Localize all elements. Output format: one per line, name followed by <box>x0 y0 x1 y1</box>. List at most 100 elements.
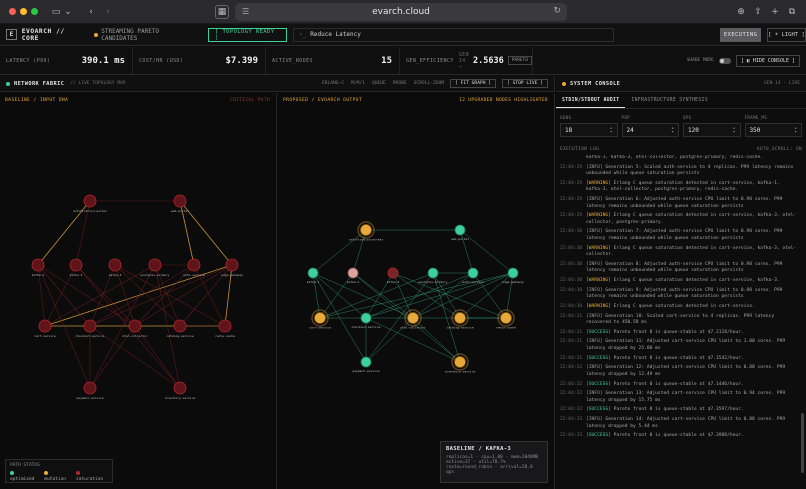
reload-icon[interactable]: ↻ <box>553 6 561 16</box>
auto-scroll-toggle[interactable]: AUTO_SCROLL: ON <box>757 147 802 152</box>
log-entry: 22:04:30 [WARNING] Erlang C queue saturat… <box>560 304 798 311</box>
seg-probe[interactable]: PROBE <box>393 81 407 86</box>
chevron-down-icon[interactable]: ⌄ <box>64 5 72 19</box>
log-message: [INFO] Generation 7: Adjusted auth-servi… <box>586 229 783 241</box>
node-label: inventory-service <box>165 396 196 400</box>
node-circle <box>314 312 326 324</box>
node-label: redis-cache <box>496 326 516 330</box>
seg-erlang[interactable]: ERLANG-C <box>322 81 344 86</box>
node-label: web-portal <box>451 237 469 241</box>
proposed-panel[interactable]: notification-worker web-portal kafka-1 kafk… <box>278 93 555 489</box>
url-text: evarch.cloud <box>372 7 430 17</box>
sidebar-toggle-icon[interactable]: ▭ <box>50 5 62 19</box>
latency-metric: LATENCY (P99) 390.1 ms <box>0 47 133 74</box>
node-circle <box>307 267 319 279</box>
efficiency-value: 2.5636 <box>472 55 504 66</box>
new-tab-icon[interactable]: + <box>769 5 781 19</box>
hide-console-button[interactable]: [ ◧ HIDE CONSOLE ] <box>735 54 800 67</box>
path-status-legend: PATH STATUS optimized mutation saturatio… <box>5 459 113 483</box>
log-header: EXECUTION LOG AUTO_SCROLL: ON <box>560 147 802 152</box>
proposed-graph[interactable]: notification-worker web-portal kafka-1 kafk… <box>278 93 555 489</box>
graph-node: cart-service <box>309 309 331 330</box>
node-circle <box>507 267 519 279</box>
tab-infrastructure-synthesis[interactable]: INFRASTRUCTURE SYNTHESIS <box>625 93 714 108</box>
shade-mode-label: SHADE MODE <box>686 58 714 63</box>
qps-input[interactable]: 120 ▴ ▾ <box>683 123 741 137</box>
seg-queue[interactable]: QUEUE <box>372 81 386 86</box>
address-bar[interactable]: ☰ evarch.cloud ↻ <box>235 3 567 21</box>
stepper-icon[interactable]: ▴ ▾ <box>794 126 797 135</box>
pop-input[interactable]: 24 ▴ ▾ <box>621 123 679 137</box>
gens-input[interactable]: 18 ▴ ▾ <box>560 123 618 137</box>
share-icon[interactable]: ⇪ <box>752 5 764 19</box>
node-circle <box>387 267 399 279</box>
baseline-panel[interactable]: notification-worker web-portal kafka-1 kafk… <box>0 93 277 489</box>
tab-stdin-audit[interactable]: STDIN/STDOUT AUDIT <box>556 93 626 108</box>
minimize-window-dot[interactable] <box>20 8 27 15</box>
node-label: cart-service <box>309 326 331 330</box>
console-gen-label: GEN 14 · LIVE <box>764 81 800 86</box>
log-entry: 22:04:30 [INFO] Generation 8: Adjusted au… <box>560 262 798 275</box>
shade-mode-toggle[interactable] <box>718 57 731 64</box>
execution-log[interactable]: kafka-1, kafka-3, otel-collector, postgr… <box>560 155 798 485</box>
tab-overview-icon[interactable]: ▦ <box>215 5 229 19</box>
graph-node: payment-service <box>76 381 104 400</box>
download-icon[interactable]: ⊕ <box>735 5 747 19</box>
latency-value: 390.1 ms <box>81 55 125 66</box>
baseline-graph[interactable]: notification-worker web-portal kafka-1 kafk… <box>0 93 277 489</box>
log-message: [SUCCESS] Pareto front 0 is queue-stable… <box>586 355 744 361</box>
topology-ready-button[interactable]: [ TOPOLOGY READY ] <box>208 27 288 42</box>
site-settings-icon[interactable]: ☰ <box>242 7 249 16</box>
seg-mm1[interactable]: M/M/1 <box>351 81 365 86</box>
seg-scroll-zoom[interactable]: SCROLL-ZOOM <box>414 81 444 86</box>
prompt-chevron-icon: ›_ <box>299 31 307 38</box>
tabs-icon[interactable]: ⧉ <box>786 5 798 19</box>
log-message: [SUCCESS] Pareto front 0 is queue-stable… <box>586 329 744 335</box>
log-entry: 22:04:29 [INFO] Generation 5: Scaled auth… <box>560 165 798 178</box>
maximize-window-dot[interactable] <box>31 8 38 15</box>
log-scrollbar[interactable] <box>801 413 804 473</box>
fit-graph-button[interactable]: [ FIT GRAPH ] <box>450 79 497 88</box>
tooltip-title: BASELINE / KAFKA-3 <box>446 446 512 452</box>
stepper-icon[interactable]: ▴ ▾ <box>610 126 613 135</box>
param-pop: POP 24 ▴ ▾ <box>621 115 679 141</box>
fabric-controls: ERLANG-C M/M/1 QUEUE PROBE SCROLL-ZOOM [… <box>315 79 554 88</box>
forward-arrow-icon[interactable]: › <box>102 5 114 19</box>
stepper-icon[interactable]: ▴ ▾ <box>733 126 736 135</box>
stepper-icon[interactable]: ▴ ▾ <box>671 126 674 135</box>
log-timestamp: 22:04:30 <box>560 287 583 293</box>
theme-toggle-button[interactable]: [ ☀ LIGHT ] <box>767 27 806 42</box>
log-timestamp: 22:04:33 <box>560 417 583 423</box>
node-label: kafka-3 <box>387 280 400 284</box>
graph-edge <box>352 229 367 274</box>
log-message: [INFO] Generation 14: Adjusted cart-serv… <box>586 417 786 429</box>
param-label: FRAME_MS <box>744 115 768 120</box>
node-label: auth-service <box>462 280 484 284</box>
param-label: GENS <box>560 115 572 120</box>
execute-button[interactable]: EXECUTING <box>720 27 762 42</box>
graph-node: web-portal <box>171 194 189 213</box>
console-tabs: STDIN/STDOUT AUDIT INFRASTRUCTURE SYNTHE… <box>556 93 806 109</box>
prompt-input[interactable]: ›_ Reduce Latency <box>293 27 615 42</box>
stop-live-button[interactable]: [ STOP LIVE ] <box>502 79 548 88</box>
fabric-header: NETWORK FABRIC // LIVE TOPOLOGY MAP ERLA… <box>0 76 555 92</box>
close-window-dot[interactable] <box>9 8 16 15</box>
node-label: web-portal <box>171 209 189 213</box>
frame-ms-input[interactable]: 350 ▴ ▾ <box>744 123 802 137</box>
log-timestamp: 22:04:32 <box>560 391 583 397</box>
nodes-value: 15 <box>381 55 392 66</box>
log-entry: 22:04:32 [INFO] Generation 13: Adjusted c… <box>560 391 798 404</box>
metrics-controls: SHADE MODE [ ◧ HIDE CONSOLE ] <box>686 54 806 67</box>
edge-layer <box>312 229 514 363</box>
node-circle <box>83 319 97 333</box>
node-circle <box>500 312 512 324</box>
node-label: auth-service <box>183 273 205 277</box>
graph-node: notification-worker <box>349 221 383 242</box>
node-circle <box>173 381 187 395</box>
back-arrow-icon[interactable]: ‹ <box>85 5 97 19</box>
log-entry: 22:04:30 [WARNING] Erlang C queue saturat… <box>560 278 798 285</box>
pareto-tag: PARETO <box>507 56 532 65</box>
node-label: cart-service <box>34 334 56 338</box>
app-header: E EVOARCH // CORE STREAMING PARETO CANDI… <box>0 24 806 46</box>
metrics-bar: LATENCY (P99) 390.1 ms COST/HR (USD) $7.… <box>0 47 806 75</box>
